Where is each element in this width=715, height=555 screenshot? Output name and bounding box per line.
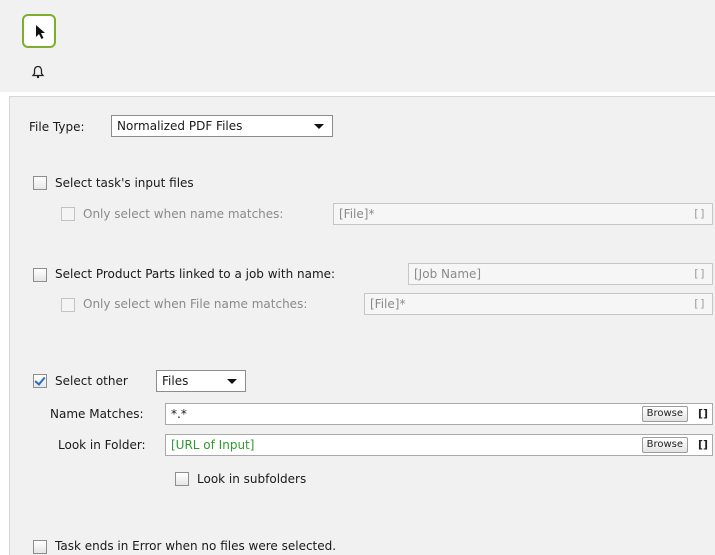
task-input-name-match-value: [File]* [339, 207, 375, 221]
file-type-label: File Type: [29, 120, 85, 134]
variable-bracket-icon[interactable]: [] [698, 404, 708, 424]
job-name-value: [Job Name] [414, 267, 482, 281]
product-parts-checkbox[interactable] [33, 268, 47, 282]
name-matches-value: *.* [171, 407, 187, 421]
product-parts-label: Select Product Parts linked to a job wit… [55, 267, 336, 281]
task-input-name-match-label: Only select when name matches: [83, 207, 284, 221]
look-in-subfolders-label: Look in subfolders [197, 472, 307, 486]
task-input-checkbox[interactable] [33, 176, 47, 190]
chevron-down-icon [314, 124, 324, 129]
task-settings-panel [9, 96, 715, 555]
select-other-type-dropdown[interactable]: Files [156, 370, 246, 392]
task-input-name-match-field[interactable]: [File]* [] [333, 203, 713, 225]
variable-bracket-icon[interactable]: [] [693, 294, 706, 314]
job-name-field[interactable]: [Job Name] [] [408, 263, 713, 285]
look-in-folder-label: Look in Folder: [58, 438, 146, 452]
task-input-label: Select task's input files [55, 176, 194, 190]
file-type-selected: Normalized PDF Files [117, 119, 243, 133]
bell-icon[interactable] [31, 65, 45, 79]
task-input-name-match-checkbox[interactable] [61, 207, 75, 221]
pointer-arrow-icon [36, 25, 45, 39]
file-name-match-field[interactable]: [File]* [] [364, 293, 713, 315]
variable-bracket-icon[interactable]: [] [698, 435, 708, 455]
error-when-no-files-label: Task ends in Error when no files were se… [55, 539, 337, 553]
pointer-tool-button[interactable] [22, 14, 56, 48]
variable-bracket-icon[interactable]: [] [693, 264, 706, 284]
look-in-folder-field[interactable]: [URL of Input] Browse [] [165, 434, 713, 456]
look-in-folder-value: [URL of Input] [171, 438, 255, 452]
name-matches-browse-button[interactable]: Browse [641, 406, 688, 422]
toolbar [0, 0, 715, 92]
look-in-folder-browse-button[interactable]: Browse [641, 437, 688, 453]
file-name-match-label: Only select when File name matches: [83, 297, 308, 311]
select-other-type-selected: Files [162, 374, 189, 388]
name-matches-label: Name Matches: [50, 407, 144, 421]
look-in-subfolders-checkbox[interactable] [175, 472, 189, 486]
name-matches-field[interactable]: *.* Browse [] [165, 403, 713, 425]
file-name-match-value: [File]* [370, 297, 406, 311]
select-other-label: Select other [55, 374, 128, 388]
file-name-match-checkbox[interactable] [61, 298, 75, 312]
select-other-checkbox[interactable] [33, 374, 47, 388]
file-type-dropdown[interactable]: Normalized PDF Files [111, 115, 333, 137]
variable-bracket-icon[interactable]: [] [693, 204, 706, 224]
chevron-down-icon [227, 379, 237, 384]
error-when-no-files-checkbox[interactable] [33, 540, 47, 554]
